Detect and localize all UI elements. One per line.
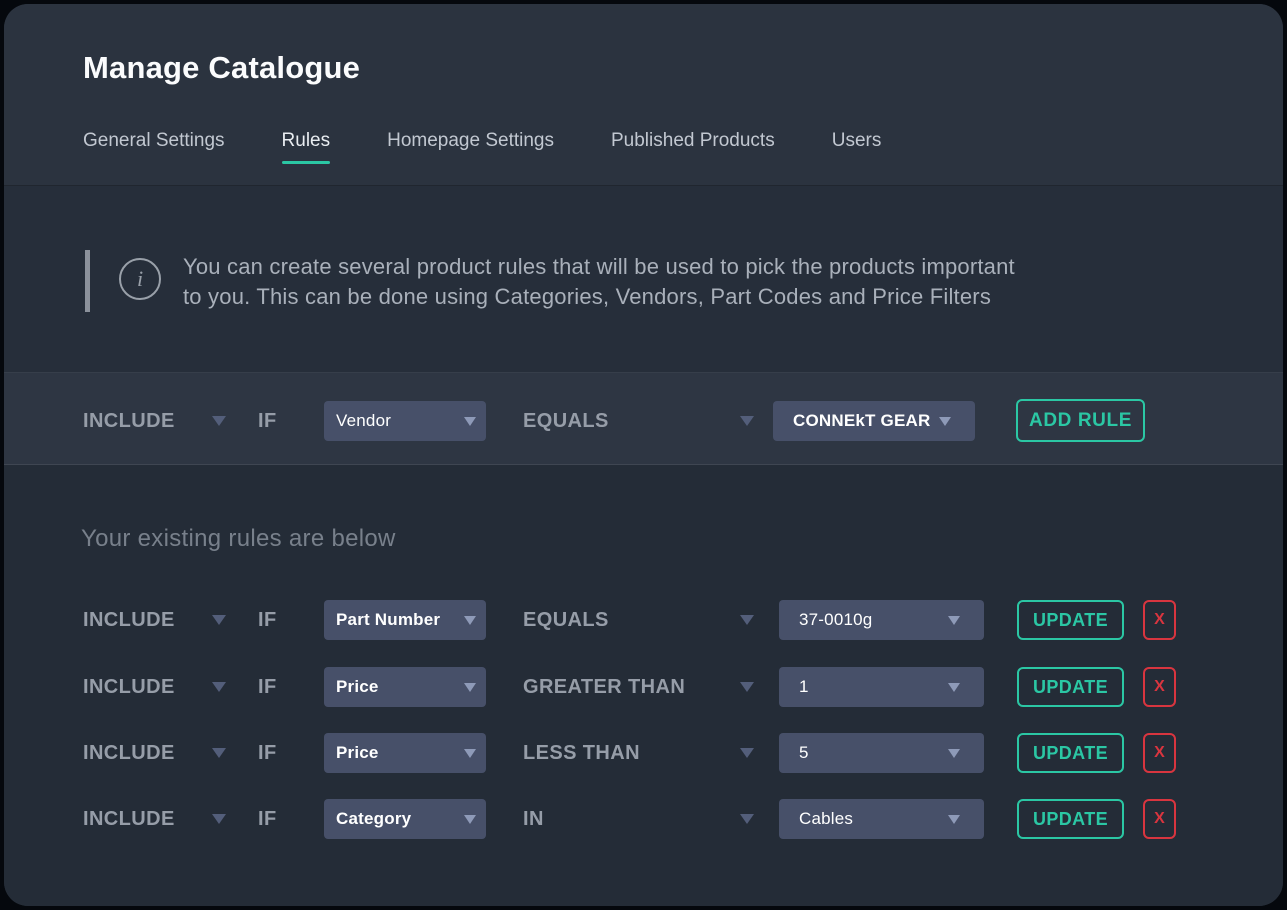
field-dropdown[interactable]: Price: [324, 733, 486, 773]
if-label: IF: [258, 733, 277, 773]
include-dropdown-label[interactable]: INCLUDE: [83, 600, 175, 640]
delete-rule-button[interactable]: X: [1143, 667, 1176, 707]
info-icon-glyph: i: [137, 268, 143, 290]
chevron-down-icon[interactable]: [212, 748, 226, 758]
value-dropdown[interactable]: CONNEkT GEAR: [773, 401, 975, 441]
delete-rule-button[interactable]: X: [1143, 799, 1176, 839]
tab-rules[interactable]: Rules: [282, 128, 331, 154]
info-text: You can create several product rules tha…: [183, 252, 1015, 312]
condition-dropdown-label[interactable]: EQUALS: [523, 600, 609, 640]
value-dropdown-value: 1: [799, 677, 809, 697]
info-icon: i: [119, 258, 161, 300]
field-dropdown-value: Vendor: [336, 411, 391, 431]
chevron-down-icon: [464, 417, 476, 426]
update-rule-button[interactable]: UPDATE: [1017, 733, 1124, 773]
value-dropdown-value: CONNEkT GEAR: [793, 411, 930, 431]
rule-row: INCLUDE IF Part Number EQUALS 37-0010g U…: [4, 600, 1283, 640]
field-dropdown[interactable]: Category: [324, 799, 486, 839]
rule-builder-band: INCLUDE IF Vendor EQUALS CONNEkT GEAR AD…: [4, 372, 1283, 465]
condition-dropdown-label[interactable]: EQUALS: [523, 401, 609, 441]
update-rule-button[interactable]: UPDATE: [1017, 667, 1124, 707]
chevron-down-icon[interactable]: [740, 682, 754, 692]
chevron-down-icon: [948, 815, 960, 824]
field-dropdown-value: Category: [336, 809, 411, 829]
tab-general-settings[interactable]: General Settings: [83, 128, 225, 154]
rule-row: INCLUDE IF Price LESS THAN 5 UPDATE X: [4, 733, 1283, 773]
chevron-down-icon[interactable]: [212, 416, 226, 426]
info-text-line1: You can create several product rules tha…: [183, 254, 1015, 279]
info-accent-bar: [85, 250, 90, 312]
tab-bar: General Settings Rules Homepage Settings…: [83, 128, 881, 154]
condition-dropdown-label[interactable]: IN: [523, 799, 544, 839]
if-label: IF: [258, 667, 277, 707]
info-text-line2: to you. This can be done using Categorie…: [183, 284, 991, 309]
chevron-down-icon: [464, 749, 476, 758]
chevron-down-icon: [948, 616, 960, 625]
field-dropdown-value: Price: [336, 677, 379, 697]
value-dropdown[interactable]: Cables: [779, 799, 984, 839]
add-rule-button[interactable]: ADD RULE: [1016, 399, 1145, 442]
condition-dropdown-label[interactable]: LESS THAN: [523, 733, 640, 773]
delete-rule-button[interactable]: X: [1143, 600, 1176, 640]
chevron-down-icon: [464, 683, 476, 692]
field-dropdown-value: Price: [336, 743, 379, 763]
chevron-down-icon: [939, 417, 951, 426]
chevron-down-icon: [464, 616, 476, 625]
value-dropdown[interactable]: 37-0010g: [779, 600, 984, 640]
field-dropdown-value: Part Number: [336, 610, 440, 630]
update-rule-button[interactable]: UPDATE: [1017, 799, 1124, 839]
field-dropdown[interactable]: Price: [324, 667, 486, 707]
if-label: IF: [258, 401, 277, 441]
tab-homepage-settings[interactable]: Homepage Settings: [387, 128, 554, 154]
delete-rule-button[interactable]: X: [1143, 733, 1176, 773]
chevron-down-icon[interactable]: [740, 615, 754, 625]
existing-rules-heading: Your existing rules are below: [81, 525, 396, 553]
chevron-down-icon[interactable]: [740, 748, 754, 758]
field-dropdown[interactable]: Part Number: [324, 600, 486, 640]
existing-rules-band: Your existing rules are below INCLUDE IF…: [4, 465, 1283, 906]
if-label: IF: [258, 799, 277, 839]
tab-published-products[interactable]: Published Products: [611, 128, 775, 154]
include-dropdown-label[interactable]: INCLUDE: [83, 799, 175, 839]
include-dropdown-label[interactable]: INCLUDE: [83, 733, 175, 773]
value-dropdown-value: 37-0010g: [799, 610, 872, 630]
info-band: i You can create several product rules t…: [4, 186, 1283, 372]
chevron-down-icon[interactable]: [212, 682, 226, 692]
chevron-down-icon[interactable]: [740, 814, 754, 824]
include-dropdown-label[interactable]: INCLUDE: [83, 401, 175, 441]
chevron-down-icon[interactable]: [740, 416, 754, 426]
field-dropdown[interactable]: Vendor: [324, 401, 486, 441]
chevron-down-icon[interactable]: [212, 814, 226, 824]
manage-catalogue-panel: Manage Catalogue General Settings Rules …: [4, 4, 1283, 906]
value-dropdown[interactable]: 1: [779, 667, 984, 707]
value-dropdown-value: 5: [799, 743, 809, 763]
page-title: Manage Catalogue: [83, 50, 360, 86]
rule-row: INCLUDE IF Category IN Cables UPDATE X: [4, 799, 1283, 839]
update-rule-button[interactable]: UPDATE: [1017, 600, 1124, 640]
tab-users[interactable]: Users: [832, 128, 882, 154]
rule-row: INCLUDE IF Price GREATER THAN 1 UPDATE X: [4, 667, 1283, 707]
chevron-down-icon: [948, 749, 960, 758]
value-dropdown[interactable]: 5: [779, 733, 984, 773]
chevron-down-icon: [464, 815, 476, 824]
rule-builder-row: INCLUDE IF Vendor EQUALS CONNEkT GEAR AD…: [4, 401, 1283, 441]
include-dropdown-label[interactable]: INCLUDE: [83, 667, 175, 707]
condition-dropdown-label[interactable]: GREATER THAN: [523, 667, 685, 707]
value-dropdown-value: Cables: [799, 809, 853, 829]
chevron-down-icon[interactable]: [212, 615, 226, 625]
if-label: IF: [258, 600, 277, 640]
header-band: Manage Catalogue General Settings Rules …: [4, 4, 1283, 186]
chevron-down-icon: [948, 683, 960, 692]
